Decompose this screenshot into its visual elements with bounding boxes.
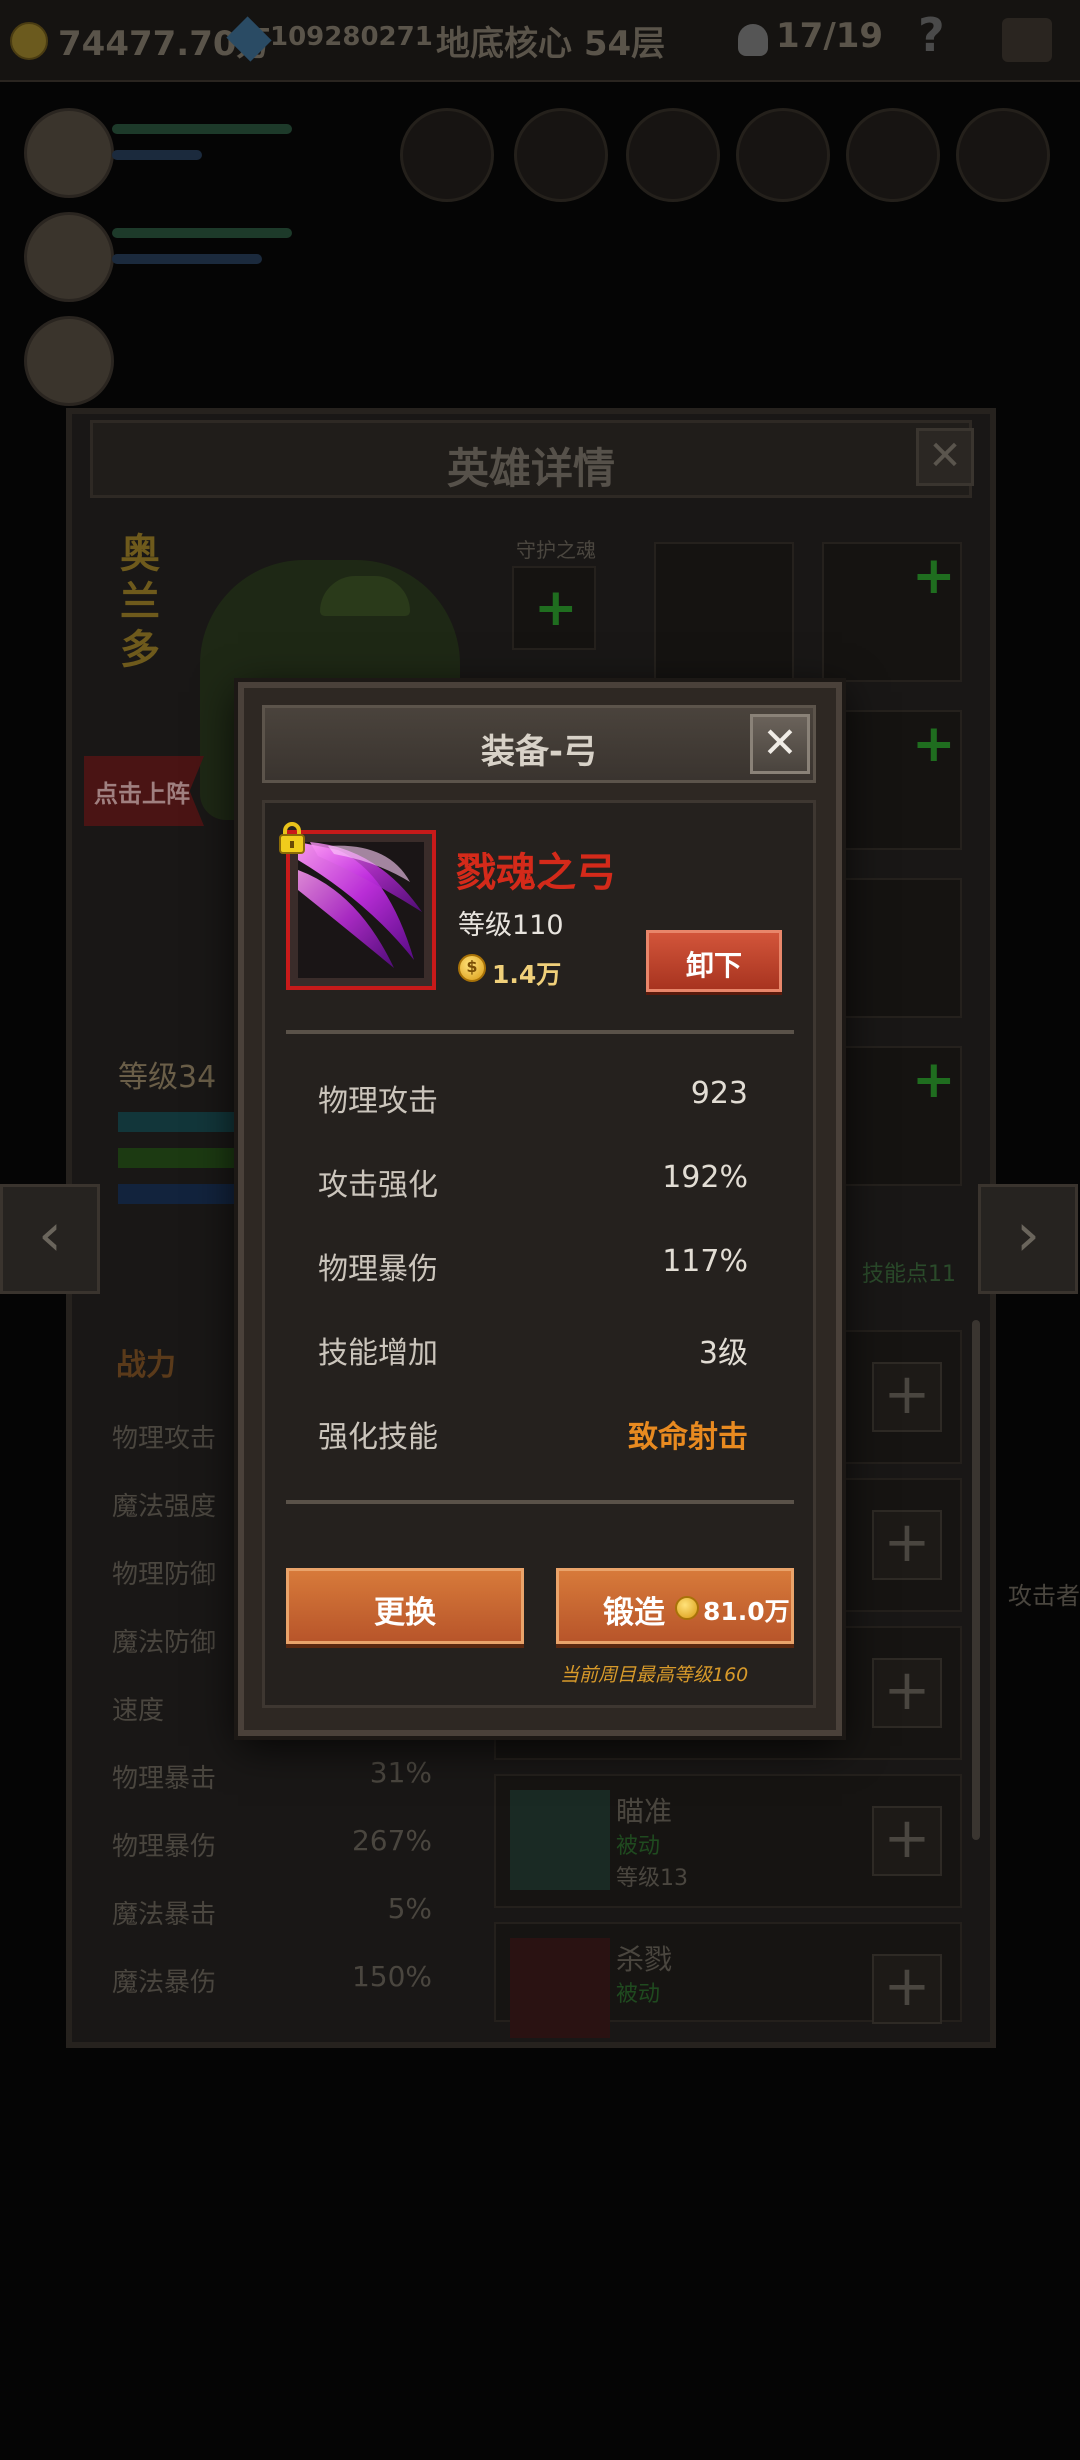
coin-icon [458,954,486,982]
coin-icon [675,1596,699,1620]
stat-value-physical-attack: 923 [690,1076,748,1111]
purple-feathers-icon [298,842,422,968]
item-icon-frame[interactable] [286,830,436,990]
max-level-note: 当前周目最高等级160 [560,1664,749,1686]
divider [286,1500,794,1504]
stat-label-physical-attack: 物理攻击 [318,1084,438,1119]
stat-label-attack-boost: 攻击强化 [318,1168,438,1203]
divider [286,1030,794,1034]
unequip-label: 卸下 [685,949,742,982]
stat-value-attack-boost: 192% [662,1160,748,1195]
lock-icon [279,822,305,854]
stat-value-enhanced-skill: 致命射击 [628,1420,748,1455]
item-sell-price: 1.4万 [492,960,562,989]
item-level: 等级110 [458,910,564,941]
equipment-dialog-title: 装备-弓 [480,732,598,772]
stat-label-enhanced-skill: 强化技能 [318,1420,438,1455]
stat-label-crit-damage: 物理暴伤 [318,1252,438,1287]
stat-label-skill-increase: 技能增加 [318,1336,438,1371]
forge-cost: 81.0万 [703,1597,790,1626]
unequip-button[interactable]: 卸下 [646,930,782,992]
stat-value-skill-increase: 3级 [698,1336,748,1371]
bow-item-icon [298,842,424,978]
forge-label: 锻造 [603,1595,665,1631]
replace-label: 更换 [374,1595,436,1631]
close-button[interactable]: ✕ [750,714,810,774]
replace-button[interactable]: 更换 [286,1568,524,1644]
equipment-dialog-title-bar: 装备-弓 [262,705,816,783]
item-name: 戮魂之弓 [456,850,616,896]
stat-value-crit-damage: 117% [662,1244,748,1279]
forge-button[interactable]: 锻造 81.0万 [556,1568,794,1644]
